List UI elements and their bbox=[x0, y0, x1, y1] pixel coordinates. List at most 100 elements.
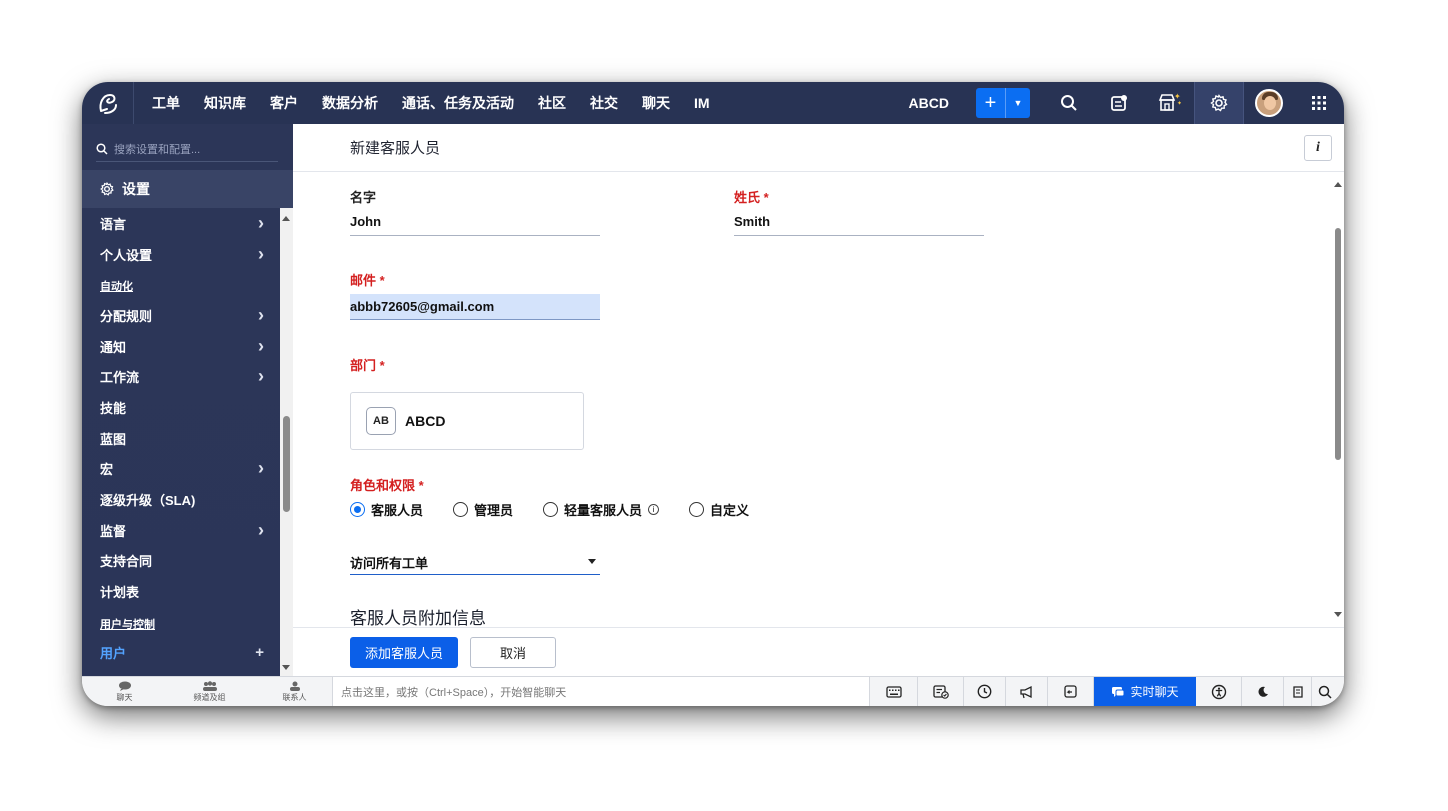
doc-icon[interactable] bbox=[1284, 677, 1312, 706]
gear-icon bbox=[100, 182, 114, 196]
scroll-thumb[interactable] bbox=[283, 416, 290, 512]
nav-item[interactable]: 社交 bbox=[578, 93, 630, 113]
notes-icon[interactable] bbox=[1094, 82, 1144, 124]
chevron-right-icon: › bbox=[258, 458, 264, 479]
add-icon[interactable]: + bbox=[255, 644, 264, 661]
sidebar-item[interactable]: 分配规则 › bbox=[82, 300, 278, 331]
reply-icon[interactable] bbox=[1048, 677, 1094, 706]
settings-header[interactable]: 设置 bbox=[82, 170, 293, 208]
search-icon[interactable] bbox=[1044, 82, 1094, 124]
radio-circle[interactable] bbox=[543, 502, 559, 517]
radio-circle[interactable] bbox=[350, 502, 365, 517]
sidebar-item[interactable]: 技能 bbox=[82, 392, 278, 423]
app-window: 工单 知识库 客户 数据分析 通话、任务及活动 社区 社交 聊天 IM ABCD + ▼ ✦ ✦ bbox=[82, 82, 1344, 706]
logo-icon[interactable] bbox=[82, 82, 134, 124]
radio-circle[interactable] bbox=[453, 502, 469, 517]
sidebar-item[interactable]: 逐级升级（SLA) bbox=[82, 484, 278, 515]
role-label: 角色和权限 * bbox=[350, 478, 424, 493]
nav-item[interactable]: 知识库 bbox=[192, 93, 258, 113]
nav-item[interactable]: 客户 bbox=[258, 93, 310, 113]
settings-label: 设置 bbox=[122, 181, 150, 197]
role-radio[interactable]: 管理员 bbox=[453, 500, 513, 519]
scroll-up-icon[interactable] bbox=[1334, 182, 1342, 187]
search-icon[interactable] bbox=[1312, 677, 1338, 706]
group-icon bbox=[202, 680, 217, 691]
task-check-icon[interactable] bbox=[918, 677, 964, 706]
tab-contacts-label: 联系人 bbox=[282, 692, 307, 702]
scroll-down-icon[interactable] bbox=[1334, 612, 1342, 617]
caret-down-icon[interactable]: ▼ bbox=[1006, 98, 1030, 108]
settings-search[interactable]: 搜索设置和配置... bbox=[96, 136, 278, 162]
nav-item[interactable]: 数据分析 bbox=[310, 93, 390, 113]
info-icon[interactable]: i bbox=[648, 504, 660, 515]
email-input[interactable]: abbb72605@gmail.com bbox=[350, 294, 600, 320]
sidebar-item[interactable]: 支持合同 bbox=[82, 546, 278, 577]
keyboard-icon[interactable] bbox=[870, 677, 918, 706]
scroll-down-icon[interactable] bbox=[282, 665, 290, 670]
sidebar-item[interactable]: 通知 › bbox=[82, 331, 278, 362]
clock-icon[interactable] bbox=[964, 677, 1006, 706]
sidebar-scrollbar[interactable] bbox=[280, 208, 293, 676]
info-button[interactable]: i bbox=[1304, 135, 1332, 161]
sidebar-item[interactable]: 语言 › bbox=[82, 208, 278, 239]
svg-text:✦: ✦ bbox=[1177, 100, 1181, 107]
radio-circle[interactable] bbox=[689, 502, 705, 517]
nav-item[interactable]: 聊天 bbox=[630, 93, 682, 113]
sidebar-item[interactable]: 个人设置 › bbox=[82, 239, 278, 270]
sidebar-item[interactable]: 宏 › bbox=[82, 454, 278, 485]
marketplace-icon[interactable]: ✦ ✦ bbox=[1144, 82, 1194, 124]
menu-section-heading: 自动化 bbox=[100, 281, 133, 294]
tab-contacts[interactable]: 联系人 bbox=[252, 677, 337, 707]
nav-item[interactable]: IM bbox=[682, 95, 722, 111]
apps-grid-icon[interactable] bbox=[1294, 82, 1344, 124]
nav-item[interactable]: 通话、任务及活动 bbox=[390, 93, 526, 113]
scroll-thumb[interactable] bbox=[1335, 228, 1341, 460]
new-button[interactable]: + ▼ bbox=[976, 88, 1030, 118]
role-radio[interactable]: 自定义 bbox=[689, 500, 749, 519]
caret-down-icon[interactable] bbox=[588, 559, 596, 564]
contact-icon bbox=[289, 681, 300, 691]
sidebar-item[interactable]: 监督 › bbox=[82, 515, 278, 546]
ticket-access-select[interactable]: 访问所有工单 bbox=[350, 550, 600, 575]
last-name-input[interactable]: Smith bbox=[734, 214, 984, 236]
add-agent-button[interactable]: 添加客服人员 bbox=[350, 636, 459, 668]
first-name-input[interactable]: John bbox=[350, 214, 600, 236]
sidebar-item[interactable]: 计划表 bbox=[82, 576, 278, 607]
smart-chat-input[interactable]: 点击这里，或按（Ctrl+Space），开始智能聊天 bbox=[332, 677, 870, 706]
settings-search-input[interactable]: 搜索设置和配置... bbox=[114, 141, 200, 157]
live-chat-button[interactable]: 实时聊天 bbox=[1094, 677, 1196, 706]
nav-item[interactable]: 工单 bbox=[140, 93, 192, 113]
role-radio[interactable]: 客服人员 bbox=[350, 500, 423, 519]
tab-chat[interactable]: 聊天 bbox=[82, 677, 167, 707]
sidebar-item-label: 宏 bbox=[100, 462, 114, 478]
department-card[interactable]: AB ABCD bbox=[350, 392, 584, 450]
tab-channels[interactable]: 频道及组 bbox=[167, 677, 252, 707]
sidebar-item[interactable]: 蓝图 bbox=[82, 423, 278, 454]
live-chat-label: 实时聊天 bbox=[1130, 685, 1179, 699]
scroll-up-icon[interactable] bbox=[282, 216, 290, 221]
sidebar-item[interactable]: 工作流 › bbox=[82, 361, 278, 392]
main-scrollbar[interactable] bbox=[1332, 176, 1344, 623]
cancel-button[interactable]: 取消 bbox=[470, 636, 557, 668]
chevron-right-icon: › bbox=[258, 519, 264, 540]
sidebar-item[interactable]: 用户 + bbox=[82, 638, 278, 669]
department-switcher[interactable]: ABCD bbox=[909, 95, 949, 111]
role-radio-label: 客服人员 bbox=[371, 503, 424, 518]
search-icon bbox=[96, 142, 108, 155]
chevron-right-icon: › bbox=[258, 335, 264, 356]
megaphone-icon[interactable] bbox=[1006, 677, 1048, 706]
avatar[interactable] bbox=[1255, 89, 1283, 117]
gear-icon[interactable] bbox=[1194, 82, 1244, 124]
email-label: 邮件 * bbox=[350, 273, 385, 288]
additional-info-title: 客服人员附加信息 bbox=[350, 609, 486, 627]
dark-mode-icon[interactable] bbox=[1242, 677, 1284, 706]
sidebar-item-label: 语言 bbox=[100, 216, 127, 232]
role-radio-label: 管理员 bbox=[474, 503, 514, 518]
avatar-wrap[interactable] bbox=[1244, 82, 1294, 124]
role-radio-label: 轻量客服人员 bbox=[564, 503, 643, 518]
plus-icon[interactable]: + bbox=[976, 88, 1006, 118]
menu-section-heading: 用户与控制 bbox=[100, 618, 155, 631]
accessibility-icon[interactable] bbox=[1196, 677, 1242, 706]
nav-item[interactable]: 社区 bbox=[526, 93, 578, 113]
role-radio[interactable]: 轻量客服人员 i bbox=[543, 500, 660, 519]
